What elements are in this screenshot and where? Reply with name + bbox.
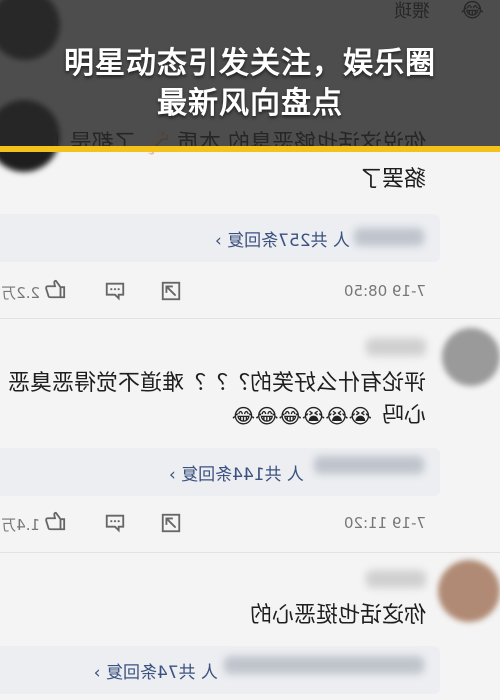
chevron-icon: › xyxy=(168,465,176,485)
headline-line-2: 最新风向盘点 xyxy=(157,86,343,121)
reply-prefix: 人 xyxy=(201,663,218,683)
share-icon[interactable] xyxy=(158,280,184,302)
like-count: 1.4万 xyxy=(1,516,40,534)
blurred-username xyxy=(314,456,424,474)
reply-count: 共74条回复 xyxy=(105,663,196,683)
banner-accent-line xyxy=(0,146,500,152)
chevron-icon: › xyxy=(214,231,222,251)
reply-summary[interactable]: 人 共257条回复 › xyxy=(215,226,350,251)
timestamp: 7-19 08:50 xyxy=(343,282,426,300)
share-icon[interactable] xyxy=(158,512,184,534)
thumbs-up-icon[interactable] xyxy=(42,278,68,300)
headline-title: 明星动态引发关注，娱乐圈 最新风向盘点 xyxy=(0,44,500,124)
timestamp: 7-19 11:20 xyxy=(343,514,426,532)
emoji-row: 😭😭😭😂😂😂 xyxy=(231,404,372,428)
like-count: 2.2万 xyxy=(1,284,40,302)
reply-prefix: 人 xyxy=(287,465,304,485)
comment-text: 你这话也挺恶心的 xyxy=(249,603,426,628)
reply-prefix: 人 xyxy=(333,231,350,251)
reply-summary[interactable]: 人 共74条回复 › xyxy=(94,658,218,683)
blurred-username xyxy=(224,656,424,674)
avatar[interactable] xyxy=(438,560,500,622)
blurred-username xyxy=(366,570,426,588)
divider xyxy=(0,318,500,319)
comment-line-2: 心吗 xyxy=(381,403,426,428)
reply-count: 共144条回复 xyxy=(181,465,282,485)
comment-text: 评论有什么好笑的？？？难道不觉得恶臭恶 xyxy=(7,371,426,396)
reply-summary[interactable]: 人 共144条回复 › xyxy=(169,460,304,485)
comment-line-2: 貉罢了 xyxy=(359,167,426,192)
comment-bubble-icon[interactable] xyxy=(102,280,128,302)
reply-count: 共257条回复 xyxy=(227,231,328,251)
blurred-username xyxy=(366,338,426,356)
chevron-icon: › xyxy=(93,663,101,683)
headline-line-1: 明星动态引发关注，娱乐圈 xyxy=(64,46,436,81)
thumbs-up-icon[interactable] xyxy=(42,510,68,532)
avatar[interactable] xyxy=(442,328,500,386)
divider xyxy=(0,552,500,553)
blurred-username xyxy=(354,228,424,246)
comment-bubble-icon[interactable] xyxy=(102,512,128,534)
